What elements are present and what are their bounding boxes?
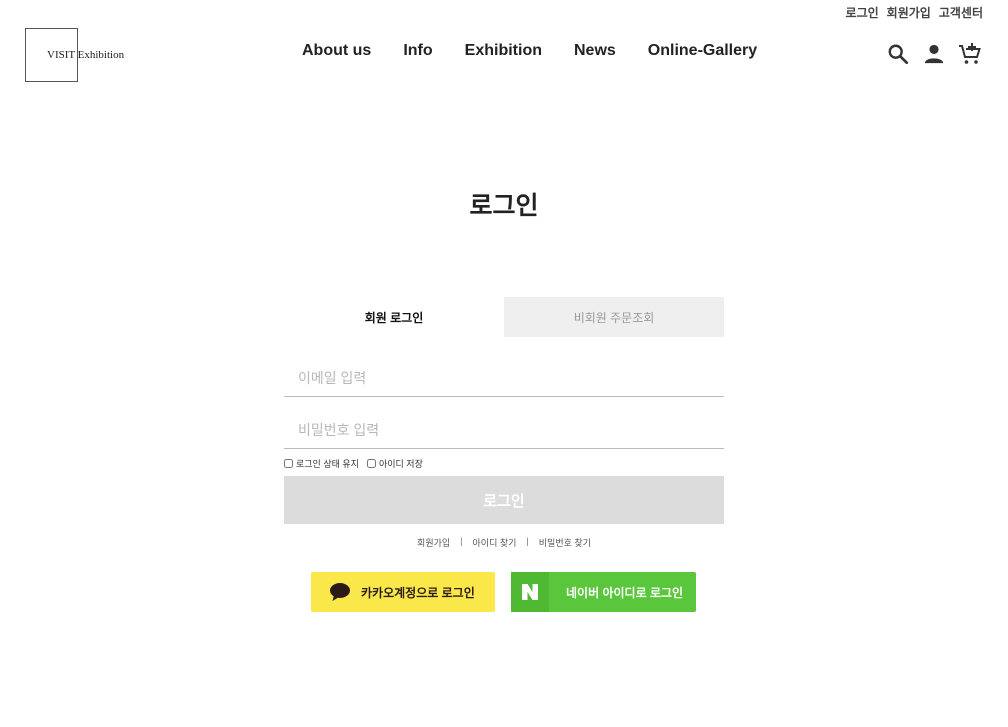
login-options: 로그인 상태 유지 아이디 저장: [284, 457, 724, 470]
top-join-link[interactable]: 회원가입: [887, 4, 931, 21]
nav-news[interactable]: News: [574, 42, 616, 60]
keep-login-option[interactable]: 로그인 상태 유지: [284, 457, 359, 470]
link-separator: |: [526, 536, 529, 546]
logo-text: VISIT Exhibition: [47, 49, 125, 61]
kakao-login-button[interactable]: 카카오계정으로 로그인: [311, 572, 495, 612]
nav-about-us[interactable]: About us: [302, 42, 371, 60]
kakao-login-label: 카카오계정으로 로그인: [361, 585, 475, 600]
link-separator: |: [460, 536, 463, 546]
login-form: 회원 로그인 비회원 주문조회 로그인 상태 유지 아이디 저장 로그인 회원가…: [284, 297, 724, 549]
page-title: 로그인: [469, 192, 539, 220]
tab-member-login[interactable]: 회원 로그인: [284, 297, 504, 337]
keep-login-label: 로그인 상태 유지: [296, 459, 359, 469]
nav-info[interactable]: Info: [403, 42, 432, 60]
cart-icon[interactable]: [958, 41, 982, 67]
find-password-link[interactable]: 비밀번호 찾기: [539, 536, 591, 549]
account-links: 회원가입 | 아이디 찾기 | 비밀번호 찾기: [284, 536, 724, 549]
tab-guest-order-lookup[interactable]: 비회원 주문조회: [504, 297, 724, 337]
header-icons: [886, 41, 982, 67]
user-icon[interactable]: [922, 41, 946, 67]
search-icon[interactable]: [886, 41, 910, 67]
password-input[interactable]: [284, 397, 724, 449]
keep-login-checkbox[interactable]: [284, 459, 293, 468]
nav-exhibition[interactable]: Exhibition: [465, 42, 542, 60]
naver-login-label: 네이버 아이디로 로그인: [566, 585, 684, 600]
join-link[interactable]: 회원가입: [417, 536, 450, 549]
save-id-label: 아이디 저장: [378, 459, 423, 469]
login-submit-button[interactable]: 로그인: [284, 476, 724, 524]
find-id-link[interactable]: 아이디 찾기: [473, 536, 517, 549]
nav-online-gallery[interactable]: Online-Gallery: [648, 42, 757, 60]
naver-login-button[interactable]: 네이버 아이디로 로그인: [511, 572, 696, 612]
top-utility-links: 로그인 회원가입 고객센터: [846, 4, 983, 21]
site-logo[interactable]: VISIT Exhibition: [25, 28, 125, 82]
save-id-option[interactable]: 아이디 저장: [366, 457, 423, 470]
email-input[interactable]: [284, 345, 724, 397]
top-login-link[interactable]: 로그인: [846, 4, 879, 21]
main-navigation: About us Info Exhibition News Online-Gal…: [302, 42, 757, 60]
naver-logo-icon: [511, 572, 549, 612]
social-login: 카카오계정으로 로그인 네이버 아이디로 로그인: [311, 572, 696, 612]
top-customer-center-link[interactable]: 고객센터: [939, 4, 983, 21]
login-tabs: 회원 로그인 비회원 주문조회: [284, 297, 724, 337]
save-id-checkbox[interactable]: [366, 459, 376, 468]
speech-bubble-icon: [329, 582, 355, 602]
